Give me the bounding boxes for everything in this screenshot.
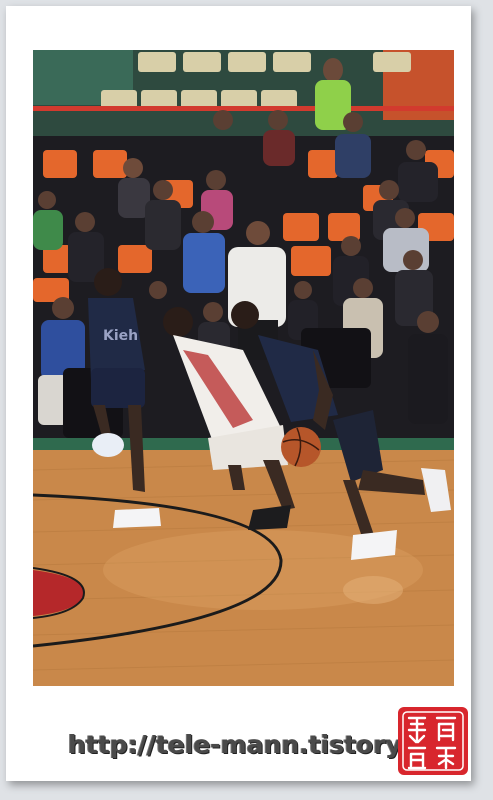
photo-illustration: Kieh: [33, 50, 454, 686]
red-railing: [33, 106, 454, 111]
basketball-photo: Kieh: [33, 50, 454, 686]
red-seal-stamp: [398, 707, 468, 775]
jersey-text: Kieh: [103, 328, 138, 344]
photo-frame: Kieh http://tele-mann.tistory.com: [6, 6, 471, 781]
watermark-url: http://tele-mann.tistory.com: [68, 730, 468, 759]
